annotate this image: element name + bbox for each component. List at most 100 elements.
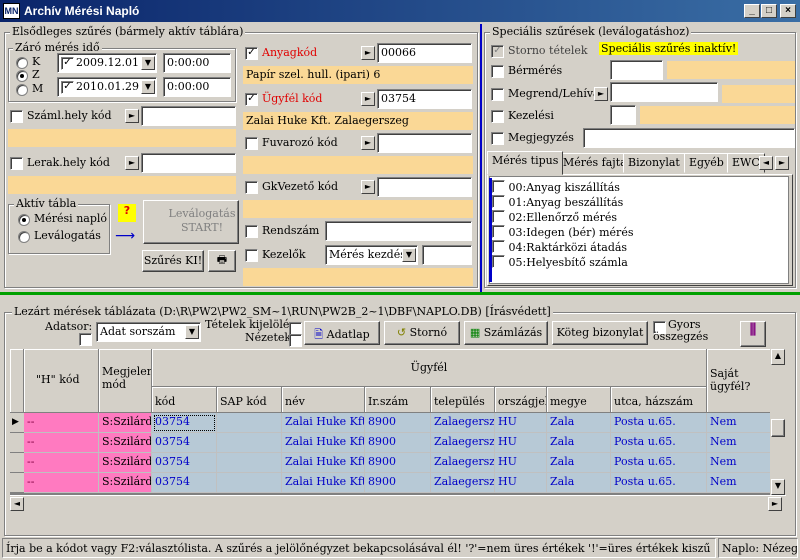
- scroll-down-button[interactable]: ▼: [771, 479, 785, 495]
- ugyfel-field[interactable]: 03754: [377, 89, 472, 109]
- lerak-picker-button[interactable]: ►: [125, 156, 139, 170]
- minimize-button[interactable]: _: [744, 4, 760, 18]
- table-cell[interactable]: [217, 453, 282, 473]
- list-item[interactable]: 01:Anyag beszállítás: [492, 195, 633, 210]
- radio-levalogatas[interactable]: [18, 231, 30, 243]
- col-megye[interactable]: megye: [547, 387, 611, 413]
- list-item[interactable]: 04:Raktárközi átadás: [492, 240, 633, 255]
- table-cell[interactable]: Nem: [707, 453, 777, 473]
- szamlazas-button[interactable]: ▦ Számlázás: [464, 321, 548, 345]
- table-cell[interactable]: 8900: [365, 413, 431, 433]
- table-cell[interactable]: Zalai Huke Kft.: [282, 453, 365, 473]
- scroll-thumb[interactable]: [771, 419, 785, 437]
- maximize-button[interactable]: □: [761, 4, 777, 18]
- storno-checkbox[interactable]: ✓: [491, 45, 504, 58]
- row-indicator[interactable]: [10, 433, 24, 453]
- col-megjelenes[interactable]: Megjelenés mód: [99, 349, 152, 413]
- list-item[interactable]: 05:Helyesbítő számla: [492, 255, 633, 270]
- anyagkod-picker-button[interactable]: ►: [361, 46, 375, 60]
- col-hkod[interactable]: "H" kód: [24, 349, 99, 413]
- table-cell[interactable]: HU: [495, 433, 547, 453]
- close-button[interactable]: ×: [780, 4, 796, 18]
- lerak-checkbox[interactable]: [10, 157, 23, 170]
- gkvezeto-field[interactable]: [377, 177, 472, 197]
- kezelok-field[interactable]: [422, 245, 472, 265]
- start-button[interactable]: Leválogatás START!: [143, 200, 239, 244]
- date-from-dropdown[interactable]: ▼: [141, 56, 155, 70]
- table-cell[interactable]: S:Szilárd: [99, 453, 152, 473]
- table-cell[interactable]: Zalai Huke Kft.: [282, 413, 365, 433]
- koteg-button[interactable]: Köteg bizonylat: [552, 321, 648, 345]
- v-scrollbar[interactable]: ▲ ▼: [770, 349, 786, 495]
- table-cell[interactable]: 03754: [152, 433, 217, 453]
- table-cell[interactable]: Zala: [547, 453, 611, 473]
- col-sajat[interactable]: Saját ügyfél?: [707, 349, 777, 413]
- kezelesi-checkbox[interactable]: [491, 110, 504, 123]
- list-item[interactable]: 02:Ellenőrző mérés: [492, 210, 633, 225]
- bermeres-field[interactable]: [610, 60, 663, 80]
- table-cell[interactable]: Zalai Huke Kft.: [282, 473, 365, 493]
- tab-meres-tipus[interactable]: Mérés tipus: [487, 151, 564, 175]
- anyagkod-field[interactable]: 00066: [377, 43, 472, 63]
- nezetek-checkbox[interactable]: [289, 334, 302, 347]
- table-cell[interactable]: --: [24, 433, 99, 453]
- tab-bizonylat[interactable]: Bizonylat: [623, 153, 685, 173]
- kezelesi-field[interactable]: [610, 105, 636, 125]
- table-cell[interactable]: Zala: [547, 473, 611, 493]
- col-utca[interactable]: utca, házszám: [611, 387, 707, 413]
- row-indicator[interactable]: [10, 453, 24, 473]
- list-item[interactable]: 03:Idegen (bér) mérés: [492, 225, 633, 240]
- rendszam-field[interactable]: [325, 221, 472, 241]
- table-cell[interactable]: HU: [495, 473, 547, 493]
- gkvezeto-picker-button[interactable]: ►: [361, 180, 375, 194]
- col-nev[interactable]: név: [282, 387, 365, 413]
- szamla-field[interactable]: [141, 106, 236, 126]
- col-telepules[interactable]: település: [431, 387, 495, 413]
- fuvarozo-checkbox[interactable]: [245, 137, 258, 150]
- table-cell[interactable]: Posta u.65.: [611, 473, 707, 493]
- table-cell[interactable]: --: [24, 413, 99, 433]
- tab-meres-fajta[interactable]: Mérés fajta: [558, 153, 632, 173]
- date-to-dropdown[interactable]: ▼: [141, 80, 155, 94]
- megrend-field[interactable]: [610, 82, 718, 102]
- table-cell[interactable]: 03754: [152, 453, 217, 473]
- col-orszagjel[interactable]: országjel: [495, 387, 547, 413]
- fuvarozo-picker-button[interactable]: ►: [361, 136, 375, 150]
- radio-z[interactable]: [16, 70, 28, 82]
- table-cell[interactable]: Zala: [547, 433, 611, 453]
- kezelok-dropdown[interactable]: ▼: [402, 248, 416, 262]
- table-cell[interactable]: Nem: [707, 433, 777, 453]
- radio-meresi-naplo[interactable]: [18, 214, 30, 226]
- filter-off-button[interactable]: Szűrés KI!: [142, 250, 204, 272]
- row-indicator[interactable]: ▶: [10, 413, 24, 433]
- adatsor-checkbox[interactable]: [79, 333, 92, 346]
- time-from-field[interactable]: 0:00:00: [163, 53, 231, 73]
- table-cell[interactable]: HU: [495, 453, 547, 473]
- scroll-right-button[interactable]: ►: [768, 497, 782, 511]
- table-cell[interactable]: Zalaegerszeg: [431, 433, 495, 453]
- megjegyzes-checkbox[interactable]: [491, 132, 504, 145]
- kezelok-checkbox[interactable]: [245, 249, 258, 262]
- table-cell[interactable]: [217, 413, 282, 433]
- time-to-field[interactable]: 0:00:00: [163, 77, 231, 97]
- ugyfel-checkbox[interactable]: ✓: [245, 93, 258, 106]
- table-cell[interactable]: S:Szilárd: [99, 473, 152, 493]
- table-cell[interactable]: Zala: [547, 413, 611, 433]
- table-cell[interactable]: [217, 473, 282, 493]
- lerak-field[interactable]: [141, 153, 236, 173]
- table-cell[interactable]: Zalai Huke Kft.: [282, 433, 365, 453]
- megrend-checkbox[interactable]: [491, 88, 504, 101]
- column-settings-icon[interactable]: ⫼: [740, 321, 766, 347]
- tab-egyeb[interactable]: Egyéb: [684, 153, 729, 173]
- table-cell[interactable]: --: [24, 473, 99, 493]
- help-icon[interactable]: ?: [118, 204, 136, 222]
- table-cell[interactable]: Nem: [707, 413, 777, 433]
- row-indicator[interactable]: [10, 473, 24, 493]
- table-cell[interactable]: 8900: [365, 473, 431, 493]
- gkvezeto-checkbox[interactable]: [245, 181, 258, 194]
- table-cell[interactable]: --: [24, 453, 99, 473]
- tab-scroll-left[interactable]: ◄: [759, 156, 773, 170]
- table-cell[interactable]: 03754: [152, 413, 217, 433]
- megjegyzes-field[interactable]: [583, 128, 795, 148]
- tab-scroll-right[interactable]: ►: [775, 156, 789, 170]
